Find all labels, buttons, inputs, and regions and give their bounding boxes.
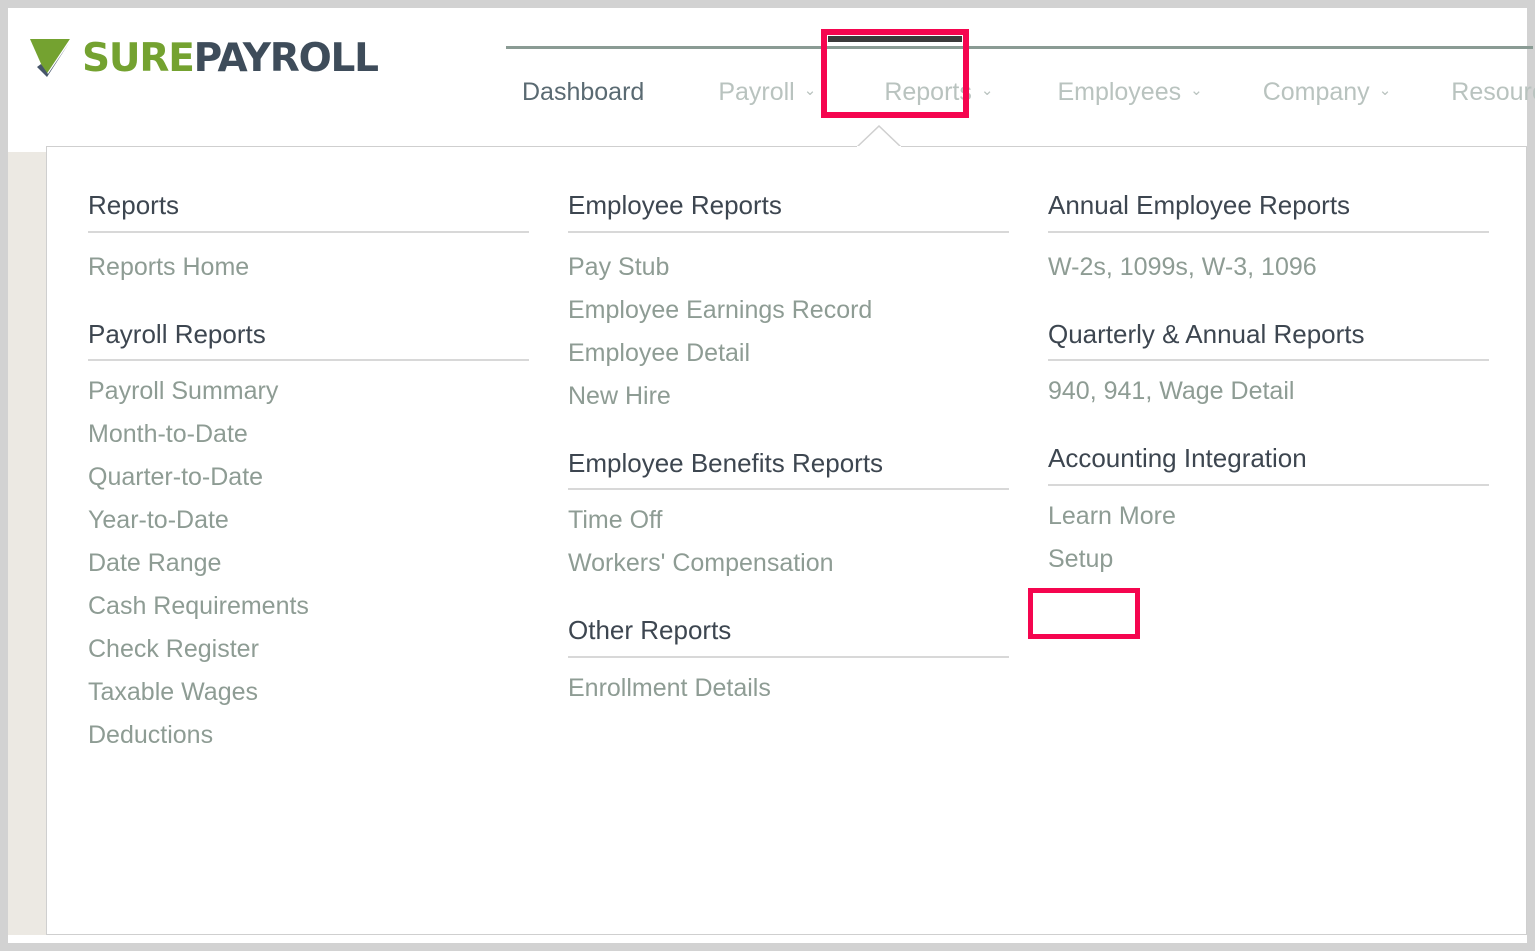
group-heading-quarterly-annual-reports: Quarterly & Annual Reports (1048, 319, 1489, 362)
menu-item-employee-earnings-record[interactable]: Employee Earnings Record (568, 280, 872, 323)
surepayroll-logo[interactable]: SUREPAYROLL (28, 28, 379, 88)
nav-label-company: Company (1262, 77, 1370, 106)
menu-item-reports-home[interactable]: Reports Home (88, 233, 249, 280)
group-heading-employee-benefits-reports: Employee Benefits Reports (568, 448, 1009, 491)
checkmark-logo-icon (30, 39, 72, 79)
group-heading-other-reports: Other Reports (568, 616, 1009, 658)
logo-wordmark: SUREPAYROLL (82, 35, 379, 81)
menu-item-taxable-wages[interactable]: Taxable Wages (88, 662, 258, 705)
group-heading-payroll-reports: Payroll Reports (88, 319, 529, 362)
nav-item-employees[interactable]: Employees ⌄ (1041, 54, 1218, 130)
nav-label-dashboard: Dashboard (522, 77, 645, 106)
menu-item-date-range[interactable]: Date Range (88, 533, 221, 576)
nav-item-resources[interactable]: Resources ⌄ (1435, 54, 1535, 130)
chevron-down-icon: ⌄ (803, 81, 817, 99)
menu-item-workers-compensation[interactable]: Workers' Compensation (568, 533, 834, 576)
nav-label-employees: Employees (1057, 77, 1182, 106)
nav-item-payroll[interactable]: Payroll ⌄ (702, 54, 832, 130)
menu-item-new-hire[interactable]: New Hire (568, 366, 671, 409)
menu-item-time-off[interactable]: Time Off (568, 490, 662, 533)
menu-item-payroll-summary[interactable]: Payroll Summary (88, 361, 278, 404)
reports-dropdown-panel: Reports Reports Home Payroll Reports Pay… (46, 146, 1527, 935)
chevron-down-icon: ⌄ (1378, 81, 1392, 99)
menu-item-deductions[interactable]: Deductions (88, 705, 213, 748)
menu-item-pay-stub[interactable]: Pay Stub (568, 233, 669, 280)
menu-item-cash-requirements[interactable]: Cash Requirements (88, 576, 309, 619)
group-heading-employee-reports: Employee Reports (568, 191, 1009, 233)
dropdown-column-1: Reports Reports Home Payroll Reports Pay… (88, 191, 529, 748)
menu-item-month-to-date[interactable]: Month-to-Date (88, 404, 248, 447)
menu-item-940-941-wage-detail[interactable]: 940, 941, Wage Detail (1048, 361, 1294, 404)
dropdown-caret-icon (857, 125, 901, 148)
group-heading-annual-employee-reports: Annual Employee Reports (1048, 191, 1489, 233)
nav-item-dashboard[interactable]: Dashboard (506, 54, 660, 130)
chevron-down-icon: ⌄ (1190, 81, 1203, 99)
group-heading-accounting-integration: Accounting Integration (1048, 444, 1489, 486)
dropdown-column-3: Annual Employee Reports W-2s, 1099s, W-3… (1048, 191, 1489, 572)
main-navigation: Dashboard Payroll ⌄ Reports ⌄ Employees … (506, 54, 1535, 130)
dropdown-column-2: Employee Reports Pay Stub Employee Earni… (568, 191, 1009, 701)
nav-item-reports[interactable]: Reports ⌄ (868, 54, 1009, 130)
menu-item-year-to-date[interactable]: Year-to-Date (88, 490, 229, 533)
menu-item-quarter-to-date[interactable]: Quarter-to-Date (88, 447, 263, 490)
site-header: SUREPAYROLL Dashboard Payroll ⌄ Reports … (8, 8, 1535, 152)
logo-word-payroll: PAYROLL (193, 35, 379, 81)
nav-divider-line (506, 46, 1533, 49)
nav-active-indicator-reports (828, 36, 962, 42)
menu-item-employee-detail[interactable]: Employee Detail (568, 323, 750, 366)
menu-item-check-register[interactable]: Check Register (88, 619, 259, 662)
nav-label-reports: Reports (884, 77, 972, 106)
menu-item-w2s-1099s-w3-1096[interactable]: W-2s, 1099s, W-3, 1096 (1048, 233, 1317, 280)
nav-item-company[interactable]: Company ⌄ (1247, 54, 1408, 130)
chevron-down-icon: ⌄ (980, 81, 994, 99)
group-heading-reports: Reports (88, 191, 529, 233)
menu-item-enrollment-details[interactable]: Enrollment Details (568, 658, 771, 701)
nav-label-payroll: Payroll (718, 77, 795, 106)
menu-item-setup[interactable]: Setup (1048, 529, 1113, 572)
logo-word-sure: SURE (82, 35, 195, 81)
menu-item-learn-more[interactable]: Learn More (1048, 486, 1176, 529)
nav-label-resources: Resources (1451, 77, 1535, 106)
screenshot-frame: SUREPAYROLL Dashboard Payroll ⌄ Reports … (0, 0, 1535, 951)
